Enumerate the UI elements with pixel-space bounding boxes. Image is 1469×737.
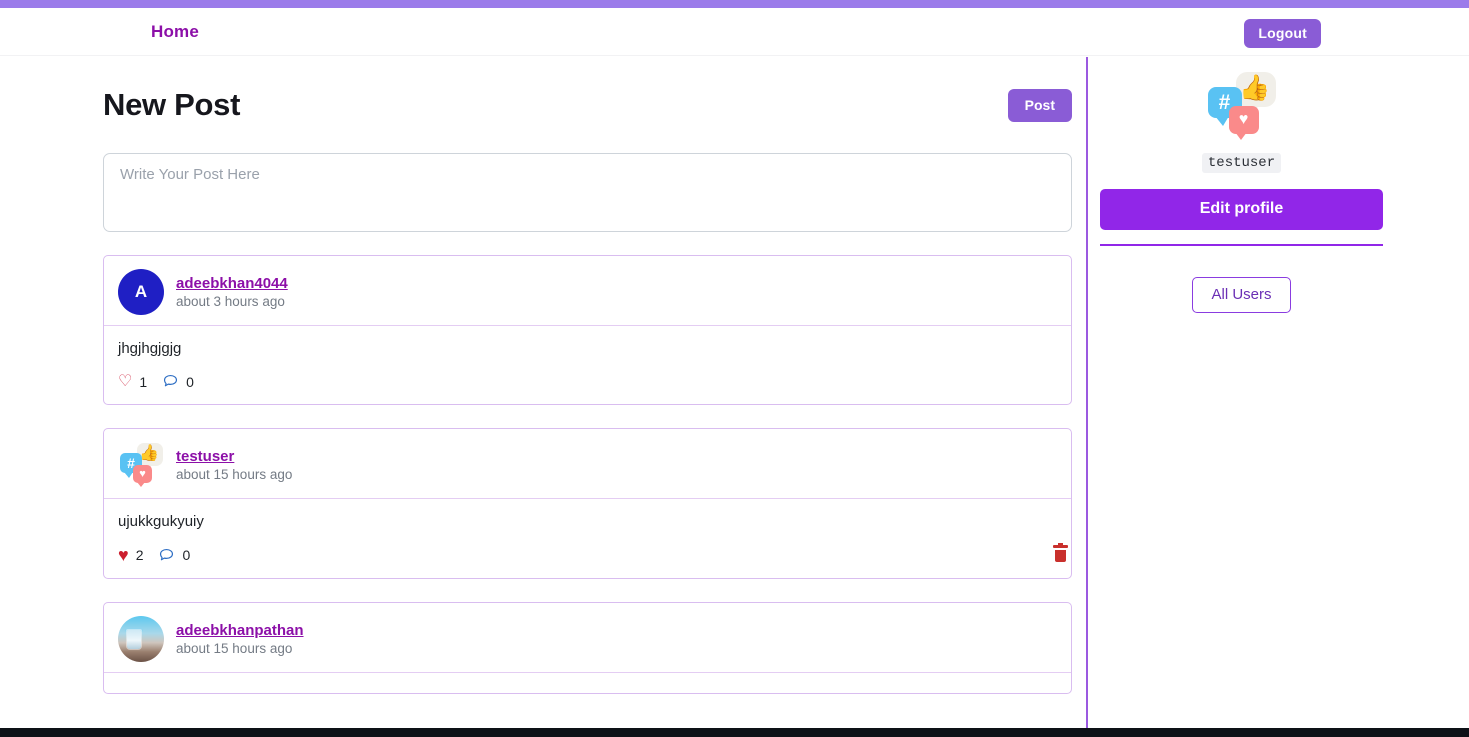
main-column: New Post Post A adeebkhan4044 about 3 ho… xyxy=(0,57,1086,737)
post-author-link[interactable]: adeebkhan4044 xyxy=(176,275,288,292)
avatar[interactable] xyxy=(118,616,164,662)
post-meta: testuser about 15 hours ago xyxy=(176,448,292,482)
post-button[interactable]: Post xyxy=(1007,89,1072,122)
page-title: New Post xyxy=(103,87,241,122)
social-bubbles-icon: 👍 # ♥ xyxy=(1205,70,1279,144)
post-timestamp: about 15 hours ago xyxy=(176,467,293,482)
bottom-scrollbar[interactable] xyxy=(0,728,1469,737)
post-meta: adeebkhan4044 about 3 hours ago xyxy=(176,275,288,309)
profile-avatar[interactable]: 👍 # ♥ xyxy=(1205,70,1279,144)
post-header: A adeebkhan4044 about 3 hours ago xyxy=(104,256,1071,326)
post-body xyxy=(104,673,1071,693)
new-post-header: New Post Post xyxy=(103,85,1072,135)
post-author-link[interactable]: adeebkhanpathan xyxy=(176,622,304,639)
like-button[interactable]: ♡ xyxy=(118,372,133,390)
heart-outline-icon: ♡ xyxy=(118,372,133,390)
comment-button[interactable] xyxy=(162,373,179,390)
social-bubbles-icon: 👍 # ♥ xyxy=(118,442,164,488)
bubble-heart: ♥ xyxy=(1228,106,1259,140)
post-actions: ♡ 1 0 xyxy=(104,363,1071,404)
new-post-textarea[interactable] xyxy=(103,153,1072,232)
avatar-photo xyxy=(118,616,164,662)
navbar: Home Logout xyxy=(0,8,1469,56)
heart-filled-icon: ♥ xyxy=(118,545,129,565)
post-body: ujukkgukyuiy xyxy=(118,513,204,530)
nav-home-link[interactable]: Home xyxy=(151,22,199,42)
post-timestamp: about 3 hours ago xyxy=(176,294,285,309)
post-card: A adeebkhan4044 about 3 hours ago jhgjhg… xyxy=(103,255,1072,405)
avatar-initial: A xyxy=(118,269,164,315)
like-button[interactable]: ♥ xyxy=(118,546,129,564)
post-actions: ♥ 2 0 xyxy=(104,536,1071,578)
comment-icon xyxy=(164,374,178,387)
post-header: 👍 # ♥ testuser about 15 hours ago xyxy=(104,429,1071,499)
sidebar-divider xyxy=(1100,244,1383,246)
thumbs-up-icon: 👍 xyxy=(139,445,159,462)
profile-username: testuser xyxy=(1201,153,1282,173)
post-meta: adeebkhanpathan about 15 hours ago xyxy=(176,622,304,656)
all-users-button[interactable]: All Users xyxy=(1192,277,1291,313)
bubble-heart: ♥ xyxy=(133,465,152,487)
comment-button[interactable] xyxy=(158,547,175,564)
post-card: adeebkhanpathan about 15 hours ago xyxy=(103,602,1072,694)
post-author-link[interactable]: testuser xyxy=(176,448,292,465)
comment-count: 0 xyxy=(182,547,191,563)
comment-icon xyxy=(160,548,174,560)
post-header: adeebkhanpathan about 15 hours ago xyxy=(104,603,1071,673)
edit-profile-button[interactable]: Edit profile xyxy=(1100,189,1383,230)
avatar[interactable]: A xyxy=(118,269,164,315)
post-body: jhgjhgjgjg xyxy=(118,340,182,357)
like-count: 2 xyxy=(135,547,144,563)
logout-button[interactable]: Logout xyxy=(1244,19,1321,48)
thumbs-up-icon: 👍 xyxy=(1239,74,1271,102)
sidebar: 👍 # ♥ testuser Edit profile All Users xyxy=(1088,57,1469,737)
post-timestamp: about 15 hours ago xyxy=(176,641,293,656)
comment-count: 0 xyxy=(186,373,194,390)
app-root: Home Logout New Post Post A adeebkhan404… xyxy=(0,0,1469,737)
post-feed: A adeebkhan4044 about 3 hours ago jhgjhg… xyxy=(103,255,1072,717)
top-accent-bar xyxy=(0,0,1469,8)
post-card: 👍 # ♥ testuser about 15 hours ago ujukkg… xyxy=(103,428,1072,579)
avatar[interactable]: 👍 # ♥ xyxy=(118,442,164,488)
like-count: 1 xyxy=(139,373,148,390)
